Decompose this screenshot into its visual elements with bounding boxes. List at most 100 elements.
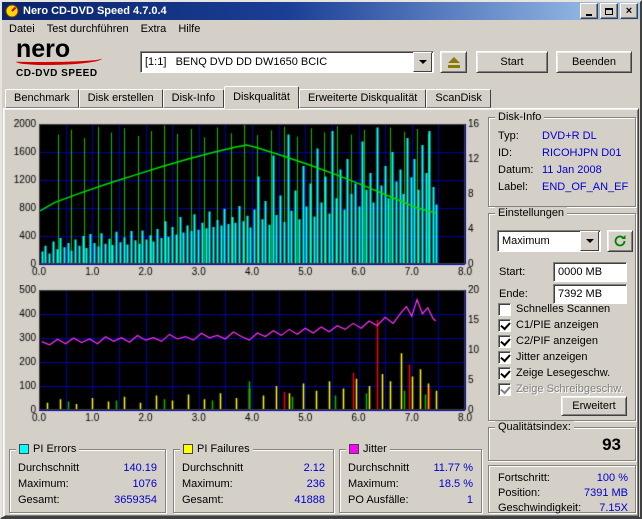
checkbox-label: C2/PIF anzeigen — [516, 335, 598, 347]
checkbox-zeige-lesegeschw[interactable]: Zeige Lesegeschw. — [498, 366, 610, 380]
stat-row: Gesamt:3659354 — [18, 494, 157, 507]
quality-index-value: 93 — [602, 435, 621, 455]
pi-failures-jitter-chart — [9, 285, 483, 423]
disk-date-value: 11 Jan 2008 — [542, 164, 602, 176]
speed-label: Geschwindigkeit: — [498, 502, 581, 514]
refresh-icon — [613, 234, 627, 248]
start-position-input[interactable]: 0000 MB — [553, 262, 627, 282]
checkbox-label: Zeige Lesegeschw. — [516, 367, 610, 379]
stat-row: Durchschnitt11.77 % — [348, 462, 473, 475]
checkbox-icon[interactable] — [498, 303, 511, 316]
quality-index-group: Qualitätsindex: 93 — [488, 427, 636, 461]
speed-select[interactable]: Maximum — [497, 230, 601, 252]
disk-type-value: DVD+R DL — [542, 130, 597, 142]
checkbox-jitter-anzeigen[interactable]: Jitter anzeigen — [498, 350, 588, 364]
pi-failures-legend: PI Failures — [180, 443, 253, 455]
tab-disk-info[interactable]: Disk-Info — [163, 89, 224, 108]
start-button[interactable]: Start — [476, 51, 548, 73]
quality-index-title: Qualitätsindex: — [495, 421, 574, 433]
tab-benchmark[interactable]: Benchmark — [5, 89, 79, 108]
end-position-input[interactable]: 7392 MB — [553, 284, 627, 304]
disk-info-group: Disk-Info Typ:DVD+R DL ID:RICOHJPN D01 D… — [488, 117, 636, 207]
stat-row: Maximum:1076 — [18, 478, 157, 491]
progress-label: Fortschritt: — [498, 472, 550, 484]
speed-value: 7.15X — [599, 502, 628, 514]
disk-label-label: Label: — [498, 181, 528, 193]
close-icon: × — [626, 6, 632, 16]
checkbox-icon[interactable] — [498, 367, 511, 380]
nero-logo: nero CD-DVD SPEED — [16, 38, 138, 79]
drive-select-value: [1:1] BENQ DVD DD DW1650 BCIC — [141, 56, 413, 68]
tab-diskqualitaet[interactable]: Diskqualität — [224, 86, 299, 109]
pi-errors-legend: PI Errors — [16, 443, 79, 455]
eject-button[interactable] — [440, 51, 467, 73]
menu-datei[interactable]: Datei — [3, 22, 41, 36]
checkbox-label: Zeige Schreibgeschw. — [516, 383, 624, 395]
disk-label-row: Label:END_OF_AN_EF — [498, 181, 631, 194]
menu-test-durchfuehren[interactable]: Test durchführen — [41, 22, 135, 36]
checkbox-label: Schnelles Scannen — [516, 303, 610, 315]
jitter-swatch — [349, 444, 359, 454]
tab-disk-erstellen[interactable]: Disk erstellen — [79, 89, 163, 108]
close-button[interactable]: × — [620, 3, 638, 19]
disk-id-value: RICOHJPN D01 — [542, 147, 621, 159]
pi-failures-legend-label: PI Failures — [197, 443, 250, 455]
stat-row: Durchschnitt140.19 — [18, 462, 157, 475]
disk-type-row: Typ: DVD+R DL — [498, 130, 631, 143]
checkbox-c2-pif-anzeigen[interactable]: C2/PIF anzeigen — [498, 334, 598, 348]
chevron-down-icon — [419, 60, 427, 68]
disk-date-row: Datum:11 Jan 2008 — [498, 164, 631, 177]
checkbox-c1-pie-anzeigen[interactable]: C1/PIE anzeigen — [498, 318, 599, 332]
minimize-button[interactable] — [580, 3, 598, 19]
progress-value: 100 % — [597, 472, 628, 484]
progress-group: Fortschritt: 100 % Position: 7391 MB Gesch… — [488, 465, 636, 513]
tab-strip: Benchmark Disk erstellen Disk-Info Diskq… — [2, 87, 640, 108]
toolbar: nero CD-DVD SPEED [1:1] BENQ DVD DD DW16… — [2, 37, 640, 87]
settings-group-title: Einstellungen — [495, 207, 567, 219]
advanced-button[interactable]: Erweitert — [561, 396, 627, 416]
refresh-button[interactable] — [607, 230, 633, 252]
window-title: Nero CD-DVD Speed 4.7.0.4 — [23, 5, 580, 17]
title-bar[interactable]: Nero CD-DVD Speed 4.7.0.4 × — [2, 2, 640, 20]
speed-row: Geschwindigkeit: 7.15X — [498, 502, 628, 515]
stat-row: PO Ausfälle:1 — [348, 494, 473, 507]
pi-failures-panel: PI Failures Durchschnitt2.12 Maximum:236… — [173, 449, 334, 513]
position-row: Position: 7391 MB — [498, 487, 628, 500]
menu-hilfe[interactable]: Hilfe — [172, 22, 206, 36]
settings-group: Einstellungen Maximum Start: 0000 MB End… — [488, 213, 636, 421]
checkbox-label: Jitter anzeigen — [516, 351, 588, 363]
menu-extra[interactable]: Extra — [135, 22, 173, 36]
quit-button[interactable]: Beenden — [556, 51, 632, 73]
progress-row: Fortschritt: 100 % — [498, 472, 628, 485]
menu-bar: Datei Test durchführen Extra Hilfe — [2, 20, 640, 37]
checkbox-icon[interactable] — [498, 319, 511, 332]
tab-erweiterte-diskqualitaet[interactable]: Erweiterte Diskqualität — [299, 89, 426, 108]
checkbox-zeige-schreibgeschw: Zeige Schreibgeschw. — [498, 382, 624, 396]
nero-logo-subtitle: CD-DVD SPEED — [16, 68, 138, 79]
stat-row: Durchschnitt2.12 — [182, 462, 325, 475]
jitter-legend-label: Jitter — [363, 443, 387, 455]
disk-id-label: ID: — [498, 147, 512, 159]
stat-row: Gesamt:41888 — [182, 494, 325, 507]
position-value: 7391 MB — [584, 487, 628, 499]
maximize-icon — [605, 8, 613, 15]
drive-select[interactable]: [1:1] BENQ DVD DD DW1650 BCIC — [140, 51, 434, 73]
minimize-icon — [586, 14, 592, 16]
position-label: Position: — [498, 487, 540, 499]
jitter-panel: Jitter Durchschnitt11.77 % Maximum:18.5 … — [339, 449, 482, 513]
drive-select-dropdown-button[interactable] — [413, 52, 432, 72]
tab-scandisk[interactable]: ScanDisk — [426, 89, 490, 108]
disk-info-group-title: Disk-Info — [495, 111, 544, 123]
eject-icon — [448, 57, 460, 68]
speed-select-dropdown-button[interactable] — [580, 231, 599, 251]
jitter-legend: Jitter — [346, 443, 390, 455]
checkbox-icon[interactable] — [498, 351, 511, 364]
maximize-button[interactable] — [600, 3, 618, 19]
pi-errors-swatch — [19, 444, 29, 454]
app-icon — [5, 4, 19, 18]
checkbox-schnelles-scannen[interactable]: Schnelles Scannen — [498, 302, 610, 316]
checkbox-icon[interactable] — [498, 335, 511, 348]
checkbox-icon — [498, 383, 511, 396]
pi-errors-panel: PI Errors Durchschnitt140.19 Maximum:107… — [9, 449, 166, 513]
disk-type-label: Typ: — [498, 130, 519, 142]
